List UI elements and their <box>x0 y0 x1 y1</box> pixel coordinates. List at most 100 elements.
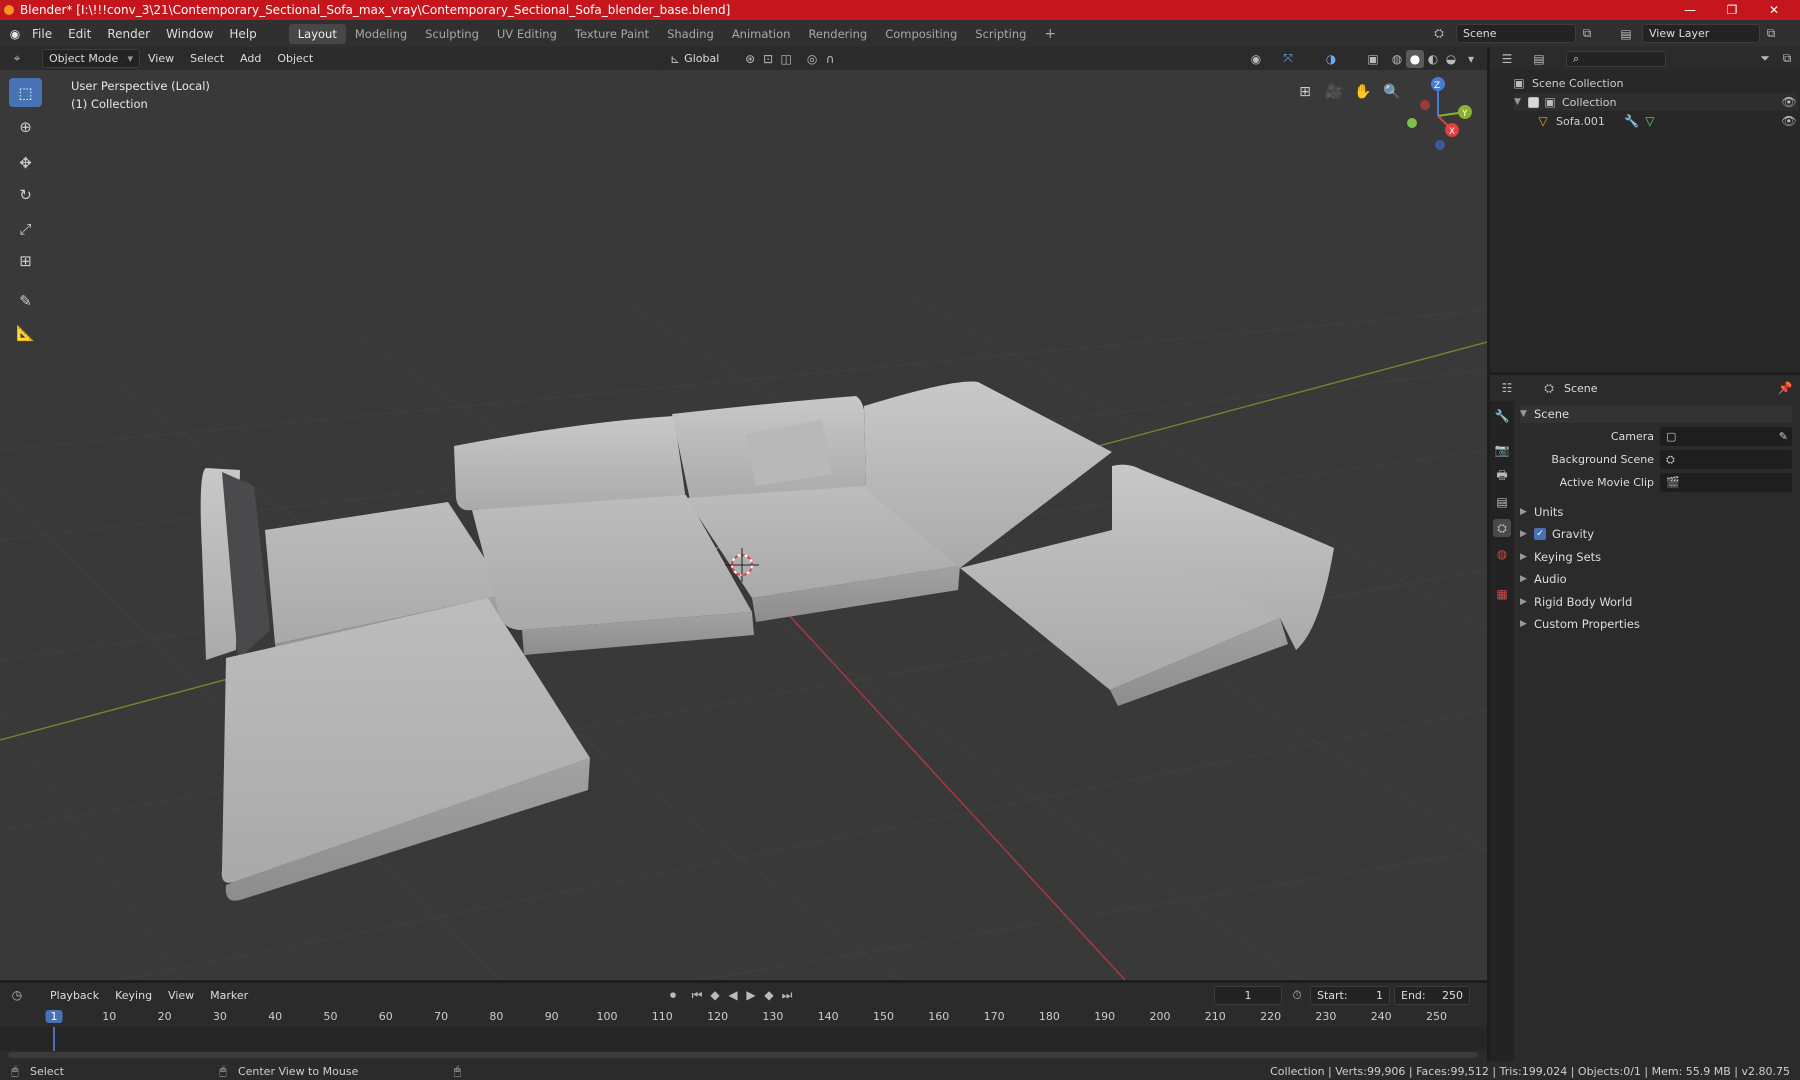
tab-modeling[interactable]: Modeling <box>346 24 416 44</box>
rendered-shading-icon[interactable]: ◒ <box>1442 50 1460 68</box>
orientation-selector[interactable]: ⊾ Global <box>659 49 732 68</box>
start-frame-field[interactable]: Start: 1 <box>1310 985 1390 1005</box>
menu-select[interactable]: Select <box>182 52 232 65</box>
camera-field[interactable]: ▢ ✎ <box>1660 427 1792 446</box>
measure-tool[interactable]: 📐 <box>9 318 42 347</box>
rigid-body-world-section[interactable]: ▶ Rigid Body World <box>1520 595 1632 609</box>
scene-icon[interactable]: ⛭ <box>1430 25 1448 43</box>
menu-window[interactable]: Window <box>158 27 221 41</box>
transform-tool[interactable]: ⊞ <box>9 246 42 275</box>
jump-end-icon[interactable]: ⏭ <box>778 986 796 1004</box>
visibility-icon[interactable]: ◉ <box>1247 50 1265 68</box>
tab-layout[interactable]: Layout <box>288 23 346 44</box>
units-section[interactable]: ▶ Units <box>1520 505 1563 519</box>
render-tab-icon[interactable]: 📷 <box>1493 441 1511 459</box>
tab-scripting[interactable]: Scripting <box>966 24 1035 44</box>
tab-uv-editing[interactable]: UV Editing <box>488 24 566 44</box>
falloff-icon[interactable]: ∩ <box>821 50 839 68</box>
pivot-icon[interactable]: ⊛ <box>741 50 759 68</box>
timeline-track-area[interactable] <box>0 1027 1487 1051</box>
keying-sets-section[interactable]: ▶ Keying Sets <box>1520 550 1601 564</box>
scale-tool[interactable]: ⤢ <box>9 214 42 243</box>
preview-range-icon[interactable]: ⏱ <box>1288 986 1306 1004</box>
shading-options-icon[interactable]: ▾ <box>1462 50 1480 68</box>
filter-icon[interactable]: ⏷ <box>1756 50 1774 68</box>
tab-texture-paint[interactable]: Texture Paint <box>566 24 658 44</box>
menu-playback[interactable]: Playback <box>42 989 107 1002</box>
tab-shading[interactable]: Shading <box>658 24 723 44</box>
tab-sculpting[interactable]: Sculpting <box>416 24 488 44</box>
menu-view[interactable]: View <box>140 52 182 65</box>
audio-section[interactable]: ▶ Audio <box>1520 572 1567 586</box>
texture-tab-icon[interactable]: ▦ <box>1493 585 1511 603</box>
world-tab-icon[interactable]: ◍ <box>1493 545 1511 563</box>
snap-target-icon[interactable]: ◫ <box>777 50 795 68</box>
move-tool[interactable]: ✥ <box>9 148 42 177</box>
jump-start-icon[interactable]: ⏮ <box>688 986 706 1004</box>
menu-marker[interactable]: Marker <box>202 989 256 1002</box>
playhead-line[interactable] <box>53 1027 55 1051</box>
outliner-search[interactable]: ⌕ <box>1566 50 1666 67</box>
editor-type-icon[interactable]: ⌖ <box>8 50 26 68</box>
tab-rendering[interactable]: Rendering <box>799 24 876 44</box>
scene-tab-icon[interactable]: ⛭ <box>1493 519 1511 537</box>
next-keyframe-icon[interactable]: ◆ <box>760 986 778 1004</box>
menu-render[interactable]: Render <box>99 27 158 41</box>
collection-visibility-icon[interactable]: 👁 <box>1780 93 1798 111</box>
cursor-tool[interactable]: ⊕ <box>9 112 42 141</box>
menu-timeline-view[interactable]: View <box>160 989 202 1002</box>
outliner-scene-collection[interactable]: ▣ Scene Collection <box>1510 74 1623 92</box>
wireframe-shading-icon[interactable]: ◍ <box>1388 50 1406 68</box>
pin-icon[interactable]: 📌 <box>1776 379 1794 397</box>
play-reverse-icon[interactable]: ◀ <box>724 986 742 1004</box>
menu-add[interactable]: Add <box>232 52 269 65</box>
add-workspace-icon[interactable]: + <box>1035 23 1065 45</box>
select-box-tool[interactable]: ⬚ <box>9 78 42 107</box>
menu-help[interactable]: Help <box>221 27 264 41</box>
material-shading-icon[interactable]: ◐ <box>1424 50 1442 68</box>
close-button[interactable]: ✕ <box>1754 0 1794 20</box>
tool-tab-icon[interactable]: 🔧 <box>1493 407 1511 425</box>
mode-selector[interactable]: Object Mode ▾ <box>42 49 140 68</box>
new-scene-icon[interactable]: ⧉ <box>1578 25 1596 43</box>
play-icon[interactable]: ▶ <box>742 986 760 1004</box>
eyedropper-icon[interactable]: ✎ <box>1779 430 1788 443</box>
outliner-object-row[interactable]: ▽ Sofa.001 🔧 ▽ 👁 <box>1534 112 1798 130</box>
maximize-button[interactable]: ❐ <box>1712 0 1752 20</box>
active-movie-clip-field[interactable]: 🎬 <box>1660 473 1792 492</box>
solid-shading-icon[interactable]: ● <box>1406 49 1424 68</box>
pan-view-icon[interactable]: ✋ <box>1351 80 1375 104</box>
new-view-layer-icon[interactable]: ⧉ <box>1762 25 1780 43</box>
gizmo-toggle-icon[interactable]: ⤧ <box>1279 50 1297 68</box>
blender-logo-icon[interactable]: ◉ <box>6 25 24 43</box>
collapse-arrow-icon[interactable]: ▼ <box>1514 97 1528 107</box>
menu-object[interactable]: Object <box>269 52 321 65</box>
snap-icon[interactable]: ⊡ <box>759 50 777 68</box>
proportional-edit-icon[interactable]: ◎ <box>803 50 821 68</box>
new-collection-icon[interactable]: ⧉ <box>1778 50 1796 68</box>
prev-keyframe-icon[interactable]: ◆ <box>706 986 724 1004</box>
timeline-ruler[interactable]: 1 10 20 30 40 50 60 70 80 90 100 110 120 130 140 150 160… <box>0 1007 1487 1027</box>
background-scene-field[interactable]: ⛭ <box>1660 450 1792 469</box>
overlay-toggle-icon[interactable]: ◑ <box>1322 50 1340 68</box>
menu-edit[interactable]: Edit <box>60 27 99 41</box>
scene-selector[interactable]: Scene <box>1456 24 1576 43</box>
current-frame-field[interactable]: 1 <box>1214 985 1282 1005</box>
view-layer-tab-icon[interactable]: ▤ <box>1493 493 1511 511</box>
end-frame-field[interactable]: End: 250 <box>1394 985 1470 1005</box>
view-layer-selector[interactable]: View Layer <box>1642 24 1760 43</box>
outliner-collection-row[interactable]: ▼ ▣ Collection 👁 <box>1514 93 1798 111</box>
collection-checkbox[interactable] <box>1528 96 1539 108</box>
menu-file[interactable]: File <box>24 27 60 41</box>
tab-animation[interactable]: Animation <box>723 24 800 44</box>
scene-section-header[interactable]: ▼ Scene <box>1520 405 1792 423</box>
minimize-button[interactable]: — <box>1670 0 1710 20</box>
mesh-data-icon[interactable]: ▽ <box>1641 112 1659 130</box>
timeline-editor-icon[interactable]: ◷ <box>8 986 26 1004</box>
rotate-tool[interactable]: ↻ <box>9 180 42 209</box>
output-tab-icon[interactable]: 🖶 <box>1493 467 1511 485</box>
object-visibility-icon[interactable]: 👁 <box>1780 112 1798 130</box>
gravity-section[interactable]: ▶ ✓ Gravity <box>1520 527 1594 541</box>
camera-view-icon[interactable]: 🎥 <box>1322 80 1346 104</box>
view-layer-icon[interactable]: ▤ <box>1617 25 1635 43</box>
